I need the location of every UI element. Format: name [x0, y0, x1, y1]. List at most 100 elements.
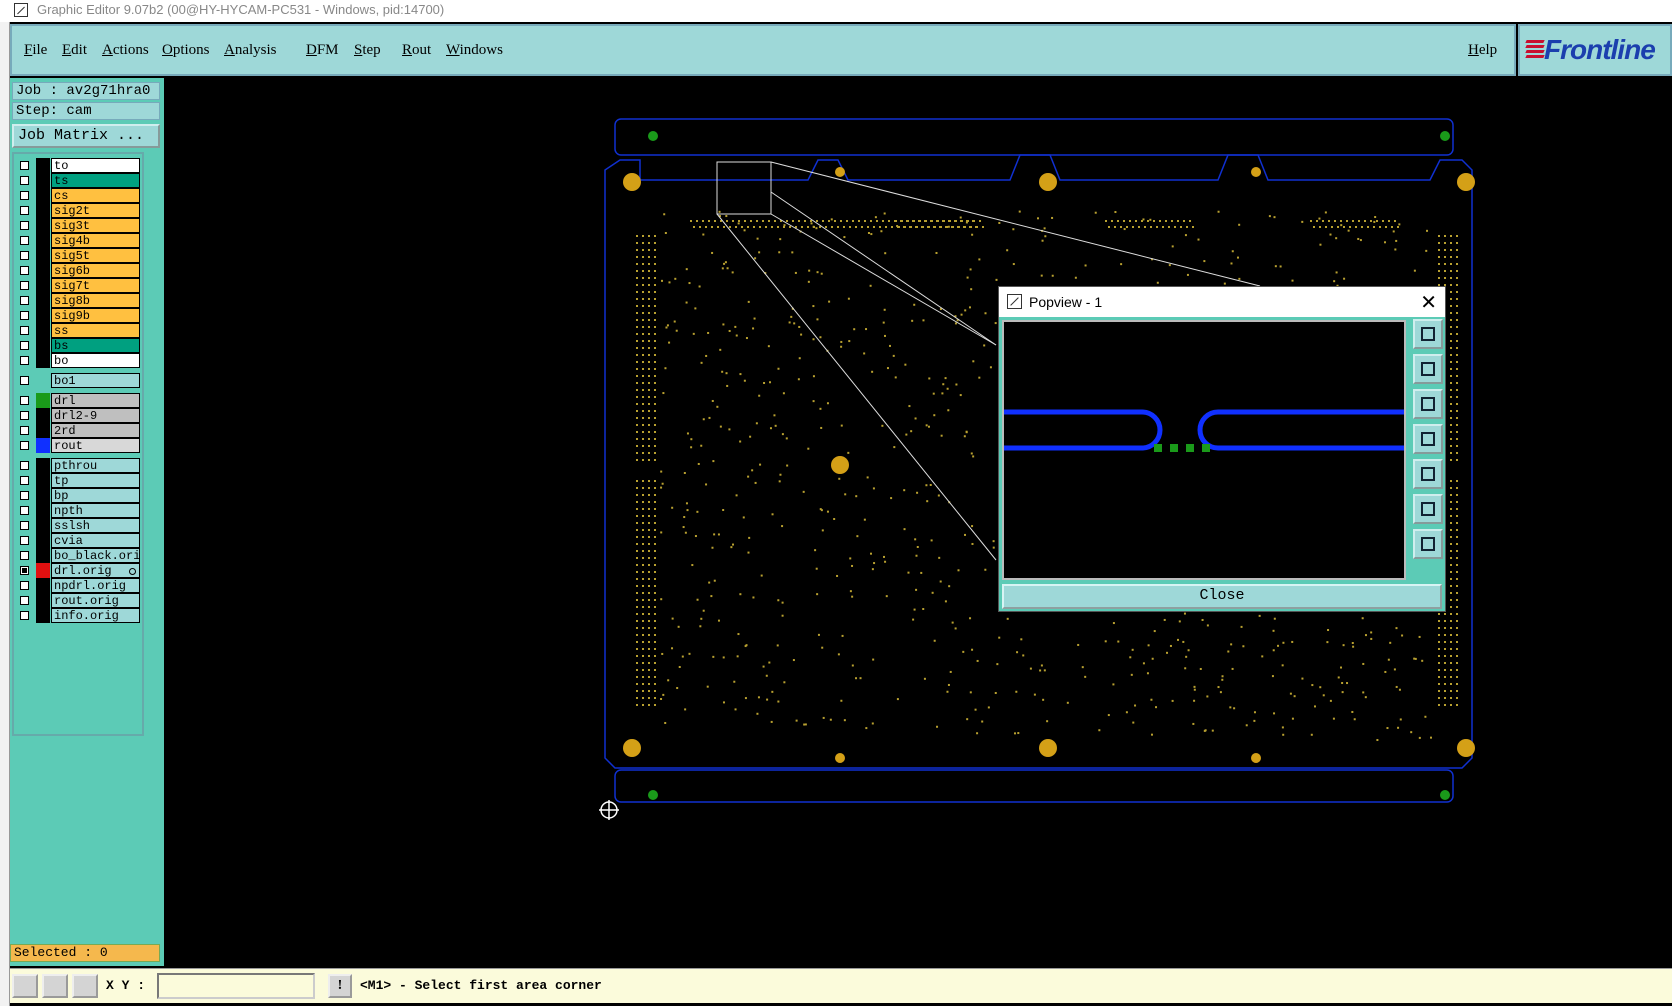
layer-name[interactable]: bo_black.ori: [51, 548, 140, 563]
menu-edit[interactable]: Edit: [62, 42, 87, 59]
layer-checkbox[interactable]: [20, 236, 29, 245]
layer-row-sig8b[interactable]: sig8b: [16, 293, 141, 308]
layer-row-bo1[interactable]: bo1: [16, 373, 141, 388]
layer-checkbox[interactable]: [20, 311, 29, 320]
layer-row-sig7t[interactable]: sig7t: [16, 278, 141, 293]
layer-color-swatch[interactable]: [36, 438, 50, 453]
layer-checkbox[interactable]: [20, 396, 29, 405]
layer-color-swatch[interactable]: [36, 293, 50, 308]
layer-name[interactable]: tp: [51, 473, 140, 488]
menu-rout[interactable]: Rout: [402, 42, 431, 59]
layer-color-swatch[interactable]: [36, 353, 50, 368]
layer-name[interactable]: sig8b: [51, 293, 140, 308]
layer-name[interactable]: drl2-9: [51, 408, 140, 423]
layer-checkbox[interactable]: [20, 326, 29, 335]
layer-name[interactable]: sig9b: [51, 308, 140, 323]
layer-color-swatch[interactable]: [36, 263, 50, 278]
menu-help[interactable]: Help: [1468, 42, 1497, 59]
layer-checkbox[interactable]: [20, 476, 29, 485]
layer-name[interactable]: ss: [51, 323, 140, 338]
layer-name[interactable]: rout: [51, 438, 140, 453]
layer-row-tp[interactable]: tp: [16, 473, 141, 488]
layer-checkbox[interactable]: [20, 411, 29, 420]
layer-row-bs[interactable]: bs: [16, 338, 141, 353]
layer-name[interactable]: sig6b: [51, 263, 140, 278]
layer-color-swatch[interactable]: [36, 278, 50, 293]
layer-checkbox[interactable]: [20, 206, 29, 215]
menu-step[interactable]: Step: [354, 42, 381, 59]
warning-button[interactable]: !: [328, 974, 352, 998]
menu-actions[interactable]: Actions: [102, 42, 149, 59]
layer-color-swatch[interactable]: [36, 488, 50, 503]
popview-close-button[interactable]: Close: [1002, 584, 1442, 609]
layer-row-bo-black-ori[interactable]: bo_black.ori: [16, 548, 141, 563]
layer-row-pthrou[interactable]: pthrou: [16, 458, 141, 473]
layer-row-ts[interactable]: ts: [16, 173, 141, 188]
menu-options[interactable]: Options: [162, 42, 210, 59]
zoom-fit-icon[interactable]: [1413, 494, 1443, 524]
layer-name[interactable]: sig4b: [51, 233, 140, 248]
layer-checkbox[interactable]: [20, 536, 29, 545]
menu-analysis[interactable]: Analysis: [224, 42, 277, 59]
layer-checkbox[interactable]: [20, 461, 29, 470]
measure-tool-icon[interactable]: [12, 974, 38, 998]
layer-checkbox[interactable]: [20, 356, 29, 365]
layer-name[interactable]: npth: [51, 503, 140, 518]
layer-checkbox[interactable]: [20, 521, 29, 530]
layer-row-sig2t[interactable]: sig2t: [16, 203, 141, 218]
layer-row-cvia[interactable]: cvia: [16, 533, 141, 548]
layer-color-swatch[interactable]: [36, 578, 50, 593]
layer-name[interactable]: sig2t: [51, 203, 140, 218]
layer-name[interactable]: sig7t: [51, 278, 140, 293]
layer-color-swatch[interactable]: [36, 548, 50, 563]
layer-checkbox[interactable]: [20, 426, 29, 435]
layer-color-swatch[interactable]: [36, 338, 50, 353]
pan-left-icon[interactable]: [1413, 424, 1443, 454]
layer-checkbox[interactable]: [20, 161, 29, 170]
layer-row-drl2-9[interactable]: drl2-9: [16, 408, 141, 423]
pan-down-icon[interactable]: [1413, 389, 1443, 419]
layer-row-sig9b[interactable]: sig9b: [16, 308, 141, 323]
layer-name[interactable]: drl.orig: [51, 563, 140, 578]
layer-checkbox[interactable]: [20, 376, 29, 385]
layer-color-swatch[interactable]: [36, 518, 50, 533]
layer-name[interactable]: ts: [51, 173, 140, 188]
layer-checkbox[interactable]: [20, 566, 29, 575]
layer-checkbox[interactable]: [20, 441, 29, 450]
layer-name[interactable]: sig3t: [51, 218, 140, 233]
layer-checkbox[interactable]: [20, 551, 29, 560]
layer-row-npth[interactable]: npth: [16, 503, 141, 518]
layer-checkbox[interactable]: [20, 221, 29, 230]
layer-checkbox[interactable]: [20, 296, 29, 305]
grid-tool-icon[interactable]: [72, 974, 98, 998]
layer-row-ss[interactable]: ss: [16, 323, 141, 338]
menu-file[interactable]: File: [24, 42, 47, 59]
layer-checkbox[interactable]: [20, 281, 29, 290]
layer-row-info-orig[interactable]: info.orig: [16, 608, 141, 623]
layer-checkbox[interactable]: [20, 191, 29, 200]
layer-checkbox[interactable]: [20, 611, 29, 620]
layer-row-bp[interactable]: bp: [16, 488, 141, 503]
layer-row-sig3t[interactable]: sig3t: [16, 218, 141, 233]
layer-name[interactable]: cs: [51, 188, 140, 203]
layer-checkbox[interactable]: [20, 176, 29, 185]
layer-color-swatch[interactable]: [36, 233, 50, 248]
layer-name[interactable]: bo1: [51, 373, 140, 388]
layer-name[interactable]: info.orig: [51, 608, 140, 623]
popview-zoom-view[interactable]: [1002, 320, 1406, 580]
layer-name[interactable]: 2rd: [51, 423, 140, 438]
layer-row-cs[interactable]: cs: [16, 188, 141, 203]
layer-row-sig5t[interactable]: sig5t: [16, 248, 141, 263]
layer-color-swatch[interactable]: [36, 188, 50, 203]
menu-windows[interactable]: Windows: [446, 42, 503, 59]
layer-color-swatch[interactable]: [36, 423, 50, 438]
layer-color-swatch[interactable]: [36, 173, 50, 188]
layer-color-swatch[interactable]: [36, 308, 50, 323]
layer-color-swatch[interactable]: [36, 323, 50, 338]
layer-checkbox[interactable]: [20, 266, 29, 275]
layer-name[interactable]: bo: [51, 353, 140, 368]
layer-name[interactable]: to: [51, 158, 140, 173]
layer-color-swatch[interactable]: [36, 473, 50, 488]
layer-color-swatch[interactable]: [36, 203, 50, 218]
menu-dfm[interactable]: DFM: [306, 42, 339, 59]
